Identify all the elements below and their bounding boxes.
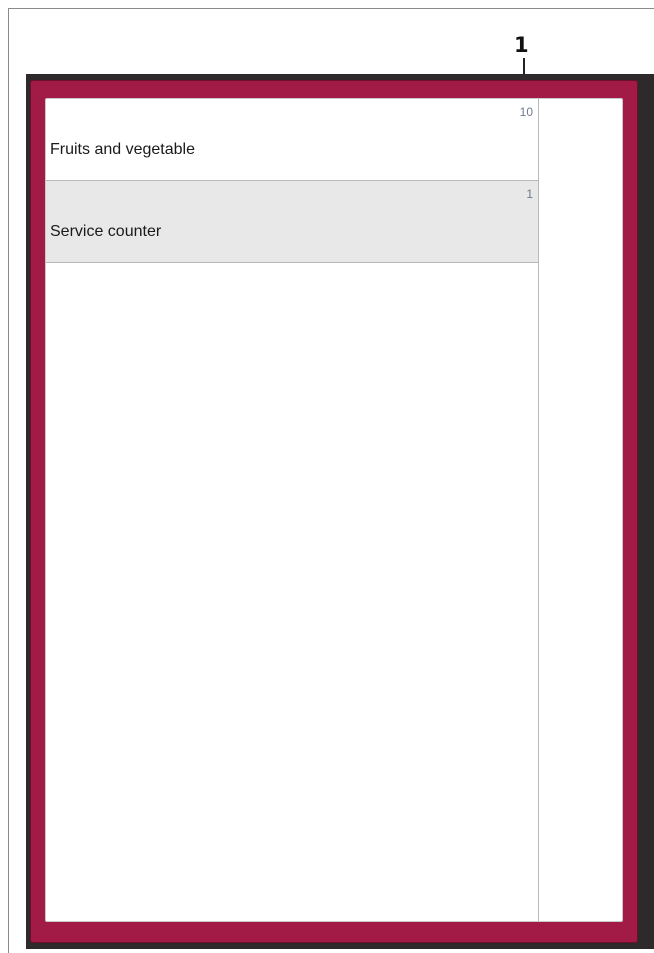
item-count: 1 — [526, 187, 533, 201]
item-label: Service counter — [50, 223, 162, 240]
screen: 10 Fruits and vegetable 1 Service counte… — [45, 98, 623, 922]
callout-number: 1 — [514, 33, 529, 57]
item-count: 10 — [519, 105, 533, 119]
item-label: Fruits and vegetable — [50, 141, 195, 158]
list-item-fruits-and-vegetable[interactable]: 10 Fruits and vegetable — [46, 99, 538, 181]
list-item-service-counter[interactable]: 1 Service counter — [46, 181, 538, 263]
category-list: 10 Fruits and vegetable 1 Service counte… — [46, 99, 539, 921]
